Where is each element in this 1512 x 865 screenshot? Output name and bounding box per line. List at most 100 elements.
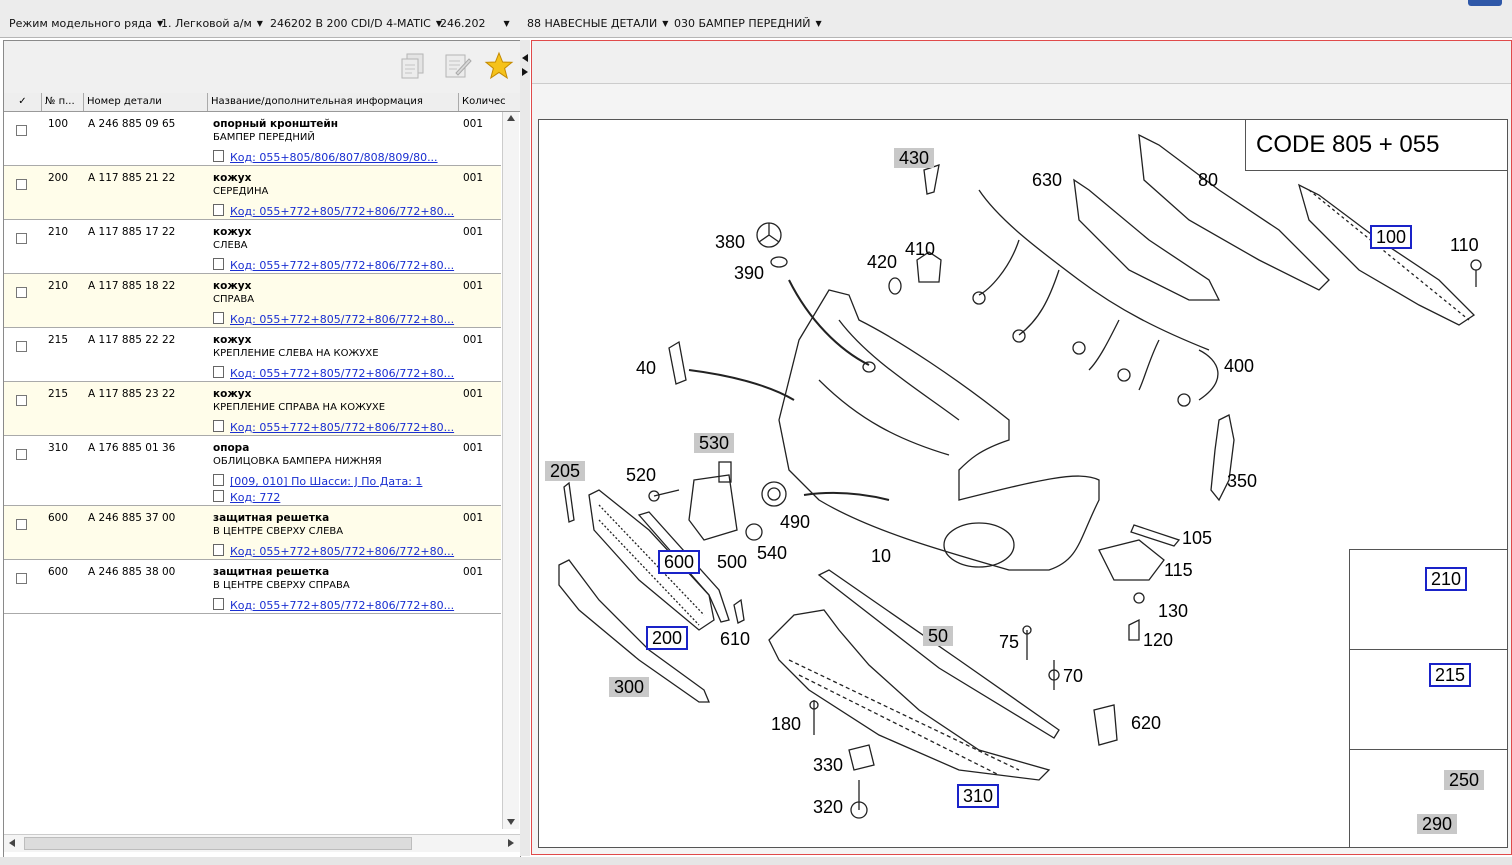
callout-label[interactable]: 115	[1164, 560, 1193, 580]
callout-label[interactable]: 400	[1224, 356, 1254, 376]
column-position[interactable]: № п...	[42, 93, 84, 111]
callout-label[interactable]: 10	[871, 546, 891, 566]
callout-label[interactable]: 70	[1063, 666, 1083, 686]
table-row[interactable]: 210 A 117 885 17 22 кожух СЛЕВА 001 Код:…	[4, 220, 501, 274]
document-icon	[213, 598, 224, 610]
callout-label[interactable]: 500	[717, 552, 747, 572]
row-name: защитная решетка	[213, 566, 330, 578]
callout-label[interactable]: 420	[867, 252, 897, 272]
callout-label[interactable]: 215	[1429, 663, 1472, 687]
row-code-link[interactable]: Код: 055+772+805/772+806/772+80...	[213, 598, 454, 612]
callout-label[interactable]: 290	[1417, 814, 1458, 834]
breadcrumb-item[interactable]: 88 НАВЕСНЫЕ ДЕТАЛИ ▼	[527, 17, 668, 30]
breadcrumb-item[interactable]: 030 БАМПЕР ПЕРЕДНИЙ ▼	[674, 17, 822, 30]
callout-label[interactable]: 610	[720, 629, 750, 649]
row-checkbox[interactable]	[16, 573, 27, 584]
row-code-link[interactable]: Код: 055+805/806/807/808/809/80...	[213, 150, 438, 164]
callout-label[interactable]: 490	[780, 512, 810, 532]
callout-label[interactable]: 50	[923, 626, 954, 646]
parts-diagram[interactable]: CODE 805 + 055 430 630 80 100 110 380 39…	[538, 119, 1508, 848]
table-row[interactable]: 600 A 246 885 37 00 защитная решетка В Ц…	[4, 506, 501, 560]
callout-label[interactable]: 410	[905, 239, 935, 259]
row-code-link[interactable]: Код: 055+772+805/772+806/772+80...	[213, 366, 454, 380]
breadcrumb-item[interactable]: 1. Легковой а/м ▼	[161, 17, 263, 30]
chevron-down-icon[interactable]: ▼	[504, 19, 510, 28]
vertical-scrollbar[interactable]	[502, 112, 519, 829]
app-corner-icon[interactable]	[1468, 0, 1502, 6]
row-checkbox[interactable]	[16, 287, 27, 298]
table-row[interactable]: 215 A 117 885 22 22 кожух КРЕПЛЕНИЕ СЛЕВ…	[4, 328, 501, 382]
callout-label[interactable]: 330	[813, 755, 843, 775]
document-icon	[213, 420, 224, 432]
edit-list-icon[interactable]	[442, 51, 472, 81]
callout-label[interactable]: 130	[1158, 601, 1188, 621]
callout-label[interactable]: 100	[1370, 225, 1413, 249]
column-quantity[interactable]: Количес	[459, 93, 520, 111]
callout-label[interactable]: 205	[545, 461, 586, 481]
row-code-link[interactable]: Код: 055+772+805/772+806/772+80...	[213, 258, 454, 272]
row-checkbox[interactable]	[16, 179, 27, 190]
panel-splitter[interactable]	[520, 40, 530, 856]
row-description: ОБЛИЦОВКА БАМПЕРА НИЖНЯЯ	[213, 456, 382, 467]
table-row[interactable]: 100 A 246 885 09 65 опорный кронштейн БА…	[4, 112, 501, 166]
table-row[interactable]: 310 A 176 885 01 36 опора ОБЛИЦОВКА БАМП…	[4, 436, 501, 506]
column-check[interactable]: ✓	[4, 93, 42, 111]
breadcrumb-item[interactable]: 246.202 ▼	[440, 17, 510, 30]
callout-label[interactable]: 520	[626, 465, 656, 485]
row-checkbox[interactable]	[16, 341, 27, 352]
row-code-link[interactable]: Код: 055+772+805/772+806/772+80...	[213, 204, 454, 218]
column-part-number[interactable]: Номер детали	[84, 93, 208, 111]
breadcrumb-item[interactable]: 246202 B 200 CDI/D 4-MATIC ▼	[270, 17, 442, 30]
callout-label[interactable]: 110	[1450, 235, 1479, 255]
callout-label[interactable]: 310	[957, 784, 1000, 808]
chevron-down-icon[interactable]: ▼	[816, 19, 822, 28]
callout-label[interactable]: 430	[894, 148, 935, 168]
callout-label[interactable]: 300	[609, 677, 650, 697]
row-checkbox[interactable]	[16, 125, 27, 136]
callout-label[interactable]: 600	[658, 550, 701, 574]
callout-label[interactable]: 105	[1182, 528, 1212, 548]
row-name: опорный кронштейн	[213, 118, 339, 130]
row-checkbox[interactable]	[16, 449, 27, 460]
callout-label[interactable]: 250	[1444, 770, 1485, 790]
callout-label[interactable]: 80	[1198, 170, 1218, 190]
callout-label[interactable]: 40	[636, 358, 656, 378]
callout-label[interactable]: 200	[646, 626, 689, 650]
row-code-link[interactable]: Код: 055+772+805/772+806/772+80...	[213, 544, 454, 558]
row-date-link[interactable]: [009, 010] По Шасси: J По Дата: 1	[213, 474, 422, 488]
callout-label[interactable]: 390	[734, 263, 764, 283]
row-code-link[interactable]: Код: 055+772+805/772+806/772+80...	[213, 420, 454, 434]
table-row[interactable]: 200 A 117 885 21 22 кожух СЕРЕДИНА 001 К…	[4, 166, 501, 220]
chevron-down-icon[interactable]: ▼	[662, 19, 668, 28]
callout-label[interactable]: 350	[1227, 471, 1257, 491]
callout-label[interactable]: 620	[1131, 713, 1161, 733]
row-checkbox[interactable]	[16, 233, 27, 244]
row-part-number: A 117 885 17 22	[88, 226, 176, 238]
callout-label[interactable]: 180	[771, 714, 801, 734]
row-code-link[interactable]: Код: 772	[213, 490, 280, 504]
breadcrumb-item[interactable]: Режим модельного ряда ▼	[9, 17, 163, 30]
row-part-number: A 246 885 38 00	[88, 566, 176, 578]
chevron-down-icon[interactable]: ▼	[257, 19, 263, 28]
callout-label[interactable]: 320	[813, 797, 843, 817]
callout-label[interactable]: 540	[757, 543, 787, 563]
copy-icon[interactable]	[398, 51, 428, 81]
table-row[interactable]: 215 A 117 885 23 22 кожух КРЕПЛЕНИЕ СПРА…	[4, 382, 501, 436]
callout-label[interactable]: 210	[1425, 567, 1468, 591]
callout-label[interactable]: 120	[1143, 630, 1173, 650]
favorite-star-icon[interactable]	[484, 51, 514, 81]
callout-label[interactable]: 530	[694, 433, 735, 453]
horizontal-scrollbar[interactable]	[4, 834, 520, 852]
table-row[interactable]: 600 A 246 885 38 00 защитная решетка В Ц…	[4, 560, 501, 614]
row-checkbox[interactable]	[16, 395, 27, 406]
callout-label[interactable]: 630	[1032, 170, 1062, 190]
row-checkbox[interactable]	[16, 519, 27, 530]
inset-panel	[1349, 549, 1507, 650]
callout-label[interactable]: 380	[715, 232, 745, 252]
column-name[interactable]: Название/дополнительная информация	[208, 93, 459, 111]
row-code-link[interactable]: Код: 055+772+805/772+806/772+80...	[213, 312, 454, 326]
callout-label[interactable]: 75	[999, 632, 1019, 652]
table-row[interactable]: 210 A 117 885 18 22 кожух СПРАВА 001 Код…	[4, 274, 501, 328]
row-quantity: 001	[463, 334, 484, 346]
document-icon	[213, 490, 224, 502]
